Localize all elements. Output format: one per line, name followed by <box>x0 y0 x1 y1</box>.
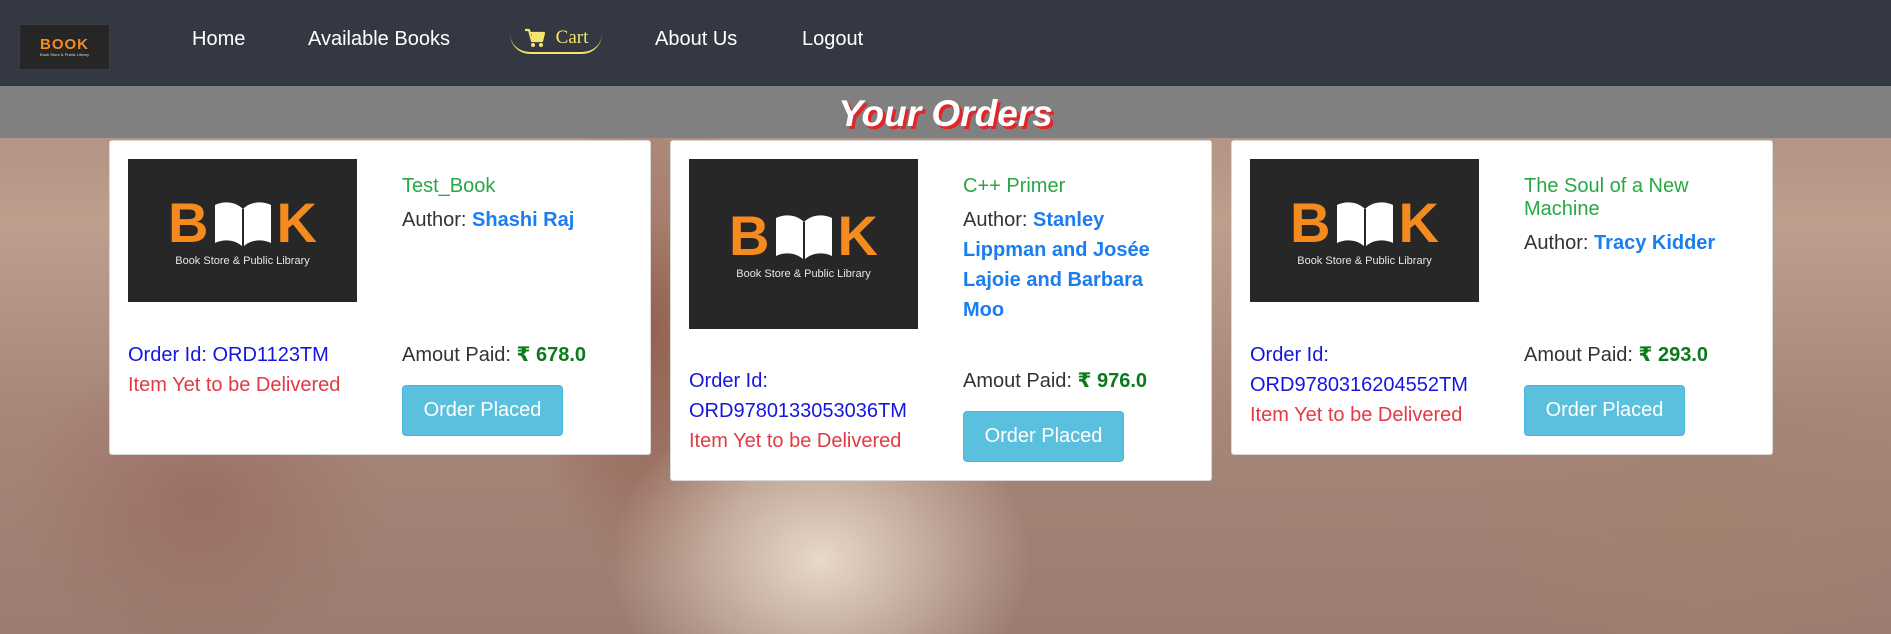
delivery-status: Item Yet to be Delivered <box>128 374 341 396</box>
book-cover-image: B K Book Store & Public Library <box>689 159 918 329</box>
order-placed-button[interactable]: Order Placed <box>1524 385 1685 436</box>
book-title: Test_Book <box>402 175 496 197</box>
nav-home[interactable]: Home <box>192 28 245 51</box>
amount-value: ₹ 678.0 <box>516 344 587 366</box>
order-card: B K Book Store & Public Library Test_Boo… <box>109 140 651 455</box>
amount-paid-label: Amout Paid: <box>1524 344 1633 366</box>
amount-paid: Amout Paid: ₹ 293.0 <box>1524 340 1708 370</box>
amount-paid-label: Amout Paid: <box>963 370 1072 392</box>
open-book-icon <box>214 201 271 247</box>
author-name: Shashi Raj <box>472 209 575 231</box>
nav-logout[interactable]: Logout <box>802 28 863 51</box>
author-name: Tracy Kidder <box>1594 232 1716 254</box>
navbar: BOOK Book Store & Public Library Home Av… <box>0 0 1891 86</box>
cart-icon <box>524 28 546 48</box>
amount-value: ₹ 293.0 <box>1638 344 1709 366</box>
order-id: Order Id: ORD1123TM <box>128 340 368 370</box>
nav-available-books[interactable]: Available Books <box>308 28 450 51</box>
order-placed-button[interactable]: Order Placed <box>402 385 563 436</box>
open-book-icon <box>1336 201 1393 247</box>
order-card: B K Book Store & Public Library The Soul… <box>1231 140 1773 455</box>
book-author: Author: Stanley Lippman and Josée Lajoie… <box>963 205 1173 325</box>
book-author: Author: Tracy Kidder <box>1524 228 1764 258</box>
order-id-value: ORD9780133053036TM <box>689 400 907 422</box>
nav-cart[interactable]: Cart <box>510 24 602 54</box>
nav-cart-label: Cart <box>555 27 589 48</box>
order-card: B K Book Store & Public Library C++ Prim… <box>670 140 1212 481</box>
order-id: Order Id: ORD9780133053036TM <box>689 366 929 426</box>
book-cover-image: B K Book Store & Public Library <box>1250 159 1479 302</box>
cover-subtitle: Book Store & Public Library <box>175 254 310 267</box>
page-title: Your Orders <box>838 93 1053 134</box>
cover-subtitle: Book Store & Public Library <box>1297 254 1432 267</box>
author-label: Author: <box>402 209 467 231</box>
nav-about-us[interactable]: About Us <box>655 28 737 51</box>
order-id-value: ORD9780316204552TM <box>1250 374 1468 396</box>
order-placed-button[interactable]: Order Placed <box>963 411 1124 462</box>
order-id-label: Order Id: <box>128 344 207 366</box>
author-label: Author: <box>1524 232 1589 254</box>
book-title: C++ Primer <box>963 175 1066 197</box>
book-author: Author: Shashi Raj <box>402 205 632 235</box>
amount-paid-label: Amout Paid: <box>402 344 511 366</box>
open-book-icon <box>775 215 832 260</box>
delivery-status: Item Yet to be Delivered <box>1250 404 1463 426</box>
cover-logo: B K <box>729 204 878 267</box>
cover-logo: B K <box>168 190 317 254</box>
order-id-label: Order Id: <box>1250 344 1329 366</box>
book-title: The Soul of a New Machine <box>1524 175 1689 220</box>
order-id-label: Order Id: <box>689 370 768 392</box>
amount-paid: Amout Paid: ₹ 678.0 <box>402 340 586 370</box>
brand-logo[interactable]: BOOK Book Store & Public Library <box>19 24 110 70</box>
delivery-status: Item Yet to be Delivered <box>689 430 902 452</box>
amount-value: ₹ 976.0 <box>1077 370 1148 392</box>
cover-subtitle: Book Store & Public Library <box>736 268 871 280</box>
logo-subtitle: Book Store & Public Library <box>40 51 89 57</box>
author-label: Author: <box>963 209 1028 231</box>
order-id: Order Id: ORD9780316204552TM <box>1250 340 1490 400</box>
book-cover-image: B K Book Store & Public Library <box>128 159 357 302</box>
heading-bar: Your Orders <box>0 86 1891 138</box>
order-id-value: ORD1123TM <box>212 344 329 366</box>
amount-paid: Amout Paid: ₹ 976.0 <box>963 366 1147 396</box>
logo-text: BOOK <box>40 35 89 53</box>
cover-logo: B K <box>1290 190 1439 254</box>
